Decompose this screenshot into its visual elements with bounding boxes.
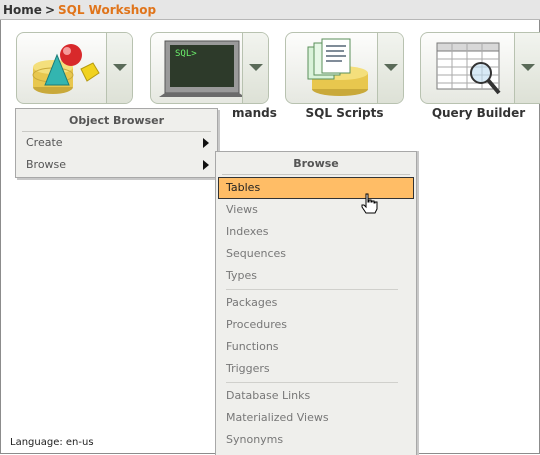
menu-item-materialized-views[interactable]: Materialized Views [216,407,416,429]
sql-prompt-text: SQL> [175,49,197,59]
menu-item-browse-label: Browse [26,158,67,171]
browse-menu-title: Browse [222,152,410,175]
breadcrumb-current: SQL Workshop [58,3,157,17]
submenu-arrow-icon [203,138,209,148]
menu-item-triggers[interactable]: Triggers [216,358,416,380]
browse-submenu: Browse Tables Views Indexes Sequences Ty… [215,151,417,455]
breadcrumb-separator: > [44,3,55,17]
menu-item-procedures[interactable]: Procedures [216,314,416,336]
query-builder-label[interactable]: Query Builder [420,106,537,120]
menu-item-browse[interactable]: Browse [16,154,217,176]
menu-item-tables[interactable]: Tables [218,177,414,199]
query-builder-dropdown-button[interactable] [514,33,540,103]
menu-separator [226,289,398,290]
language-indicator: Language: en-us [10,437,94,448]
hand-pointer-icon [361,193,378,214]
menu-item-types[interactable]: Types [216,265,416,287]
breadcrumb-home-link[interactable]: Home [3,3,42,17]
query-builder-tile[interactable] [420,32,540,104]
sql-commands-tile[interactable]: SQL> [150,32,269,104]
menu-item-synonyms[interactable]: Synonyms [216,429,416,451]
sql-scripts-tile[interactable] [285,32,404,104]
menu-item-sequences[interactable]: Sequences [216,243,416,265]
sql-commands-dropdown-button[interactable] [242,33,268,103]
sql-scripts-dropdown-button[interactable] [377,33,403,103]
menu-item-create[interactable]: Create [16,132,217,154]
menu-item-views[interactable]: Views [216,199,416,221]
object-browser-menu-title: Object Browser [22,109,211,132]
sql-commands-label[interactable]: mands [232,106,277,120]
menu-item-packages[interactable]: Packages [216,292,416,314]
query-builder-icon [436,42,501,95]
sql-scripts-label[interactable]: SQL Scripts [285,106,404,120]
menu-item-functions[interactable]: Functions [216,336,416,358]
sql-commands-icon: SQL> [159,40,245,97]
object-browser-icon [32,44,100,94]
breadcrumb: Home > SQL Workshop [0,0,540,20]
object-browser-menu: Object Browser Create Browse [15,108,218,178]
menu-separator [226,382,398,383]
object-browser-dropdown-button[interactable] [106,33,132,103]
sql-scripts-icon [307,38,368,96]
submenu-arrow-icon [203,160,209,170]
menu-item-create-label: Create [26,136,63,149]
menu-item-database-links[interactable]: Database Links [216,385,416,407]
object-browser-tile[interactable] [16,32,133,104]
menu-item-indexes[interactable]: Indexes [216,221,416,243]
